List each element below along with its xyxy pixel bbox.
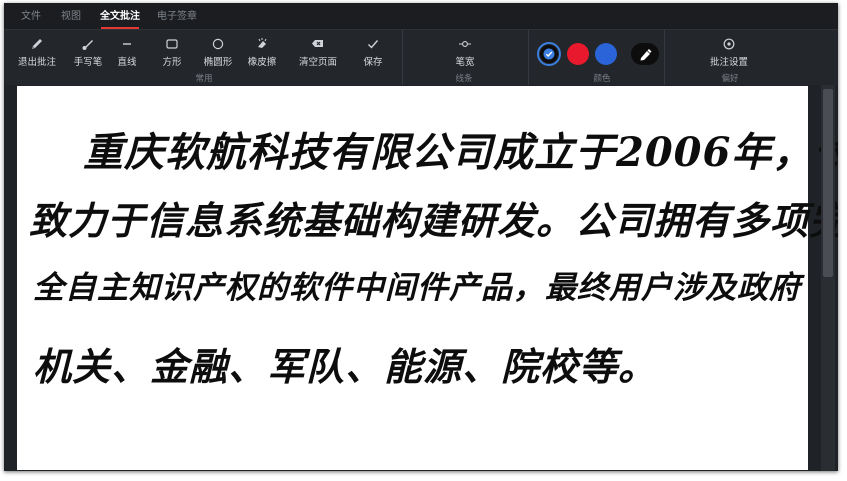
tab-bar: 文件 视图 全文批注 电子签章 xyxy=(4,3,838,30)
scrollbar-thumb[interactable] xyxy=(823,89,833,277)
line-tool-label: 直线 xyxy=(117,57,137,68)
eraser-icon xyxy=(244,37,280,51)
pen-width-icon xyxy=(448,37,482,51)
exit-annotation-label: 退出批注 xyxy=(17,57,56,68)
check-icon xyxy=(358,37,388,51)
ellipse-tool-label: 椭圆形 xyxy=(203,57,233,68)
color-swatch-black[interactable] xyxy=(537,42,561,66)
rectangle-icon xyxy=(154,37,190,51)
check-icon xyxy=(540,45,558,63)
group-label-line: 线条 xyxy=(455,74,473,84)
rectangle-tool-label: 方形 xyxy=(162,57,182,68)
color-swatch-red[interactable] xyxy=(567,43,589,65)
tab-e-signature[interactable]: 电子签章 xyxy=(157,3,197,29)
handwriting-line: 全自主知识产权的软件中间件产品，最终用户涉及政府 xyxy=(33,270,801,306)
exit-annotation-button[interactable]: 退出批注 xyxy=(14,37,60,69)
pen-width-button[interactable]: 笔宽 xyxy=(448,37,482,69)
divider xyxy=(528,30,529,85)
brush-icon xyxy=(68,37,108,51)
handwriting-pen-label: 手写笔 xyxy=(73,57,103,68)
document-page[interactable]: 重庆软航科技有限公司成立于2006年，长期 致力于信息系统基础构建研发。公司拥有… xyxy=(17,86,838,470)
eraser-tool-label: 橡皮擦 xyxy=(247,57,277,68)
document-area: 重庆软航科技有限公司成立于2006年，长期 致力于信息系统基础构建研发。公司拥有… xyxy=(4,85,838,471)
vertical-scrollbar[interactable] xyxy=(821,85,835,471)
divider xyxy=(664,30,665,85)
settings-icon xyxy=(704,37,754,51)
tab-full-annotation[interactable]: 全文批注 xyxy=(100,3,140,29)
group-label-preferences: 偏好 xyxy=(721,74,739,84)
tab-view[interactable]: 视图 xyxy=(61,3,81,29)
tab-file[interactable]: 文件 xyxy=(21,3,41,29)
eraser-tool-button[interactable]: 橡皮擦 xyxy=(244,37,280,69)
custom-color-button[interactable] xyxy=(631,43,659,65)
app-window: 文件 视图 全文批注 电子签章 退出批注 手写笔 直线 方形 椭圆形 橡皮擦 清… xyxy=(4,3,838,471)
group-label-color: 颜色 xyxy=(593,74,611,84)
divider xyxy=(402,30,403,85)
annotation-settings-button[interactable]: 批注设置 xyxy=(704,37,754,69)
handwriting-line: 机关、金融、军队、能源、院校等。 xyxy=(33,344,658,389)
ellipse-icon xyxy=(200,37,236,51)
ellipse-tool-button[interactable]: 椭圆形 xyxy=(200,37,236,69)
annotation-toolbar: 退出批注 手写笔 直线 方形 椭圆形 橡皮擦 清空页面 保存 常用 笔宽 线条 … xyxy=(4,30,838,85)
save-button[interactable]: 保存 xyxy=(358,37,388,69)
color-picker-icon xyxy=(640,49,652,61)
pen-width-label: 笔宽 xyxy=(455,57,475,68)
rectangle-tool-button[interactable]: 方形 xyxy=(154,37,190,69)
handwriting-pen-button[interactable]: 手写笔 xyxy=(68,37,108,69)
group-label-common: 常用 xyxy=(195,74,213,84)
clear-page-button[interactable]: 清空页面 xyxy=(294,37,342,69)
save-label: 保存 xyxy=(363,57,383,68)
clear-page-label: 清空页面 xyxy=(298,57,337,68)
pen-icon xyxy=(14,37,60,51)
line-tool-button[interactable]: 直线 xyxy=(112,37,142,69)
annotation-settings-label: 批注设置 xyxy=(709,57,748,68)
clear-icon xyxy=(294,37,342,51)
handwriting-line: 致力于信息系统基础构建研发。公司拥有多项完 xyxy=(29,198,838,243)
handwriting-line: 重庆软航科技有限公司成立于2006年，长期 xyxy=(83,129,838,176)
color-swatch-blue[interactable] xyxy=(595,43,617,65)
line-icon xyxy=(112,37,142,51)
